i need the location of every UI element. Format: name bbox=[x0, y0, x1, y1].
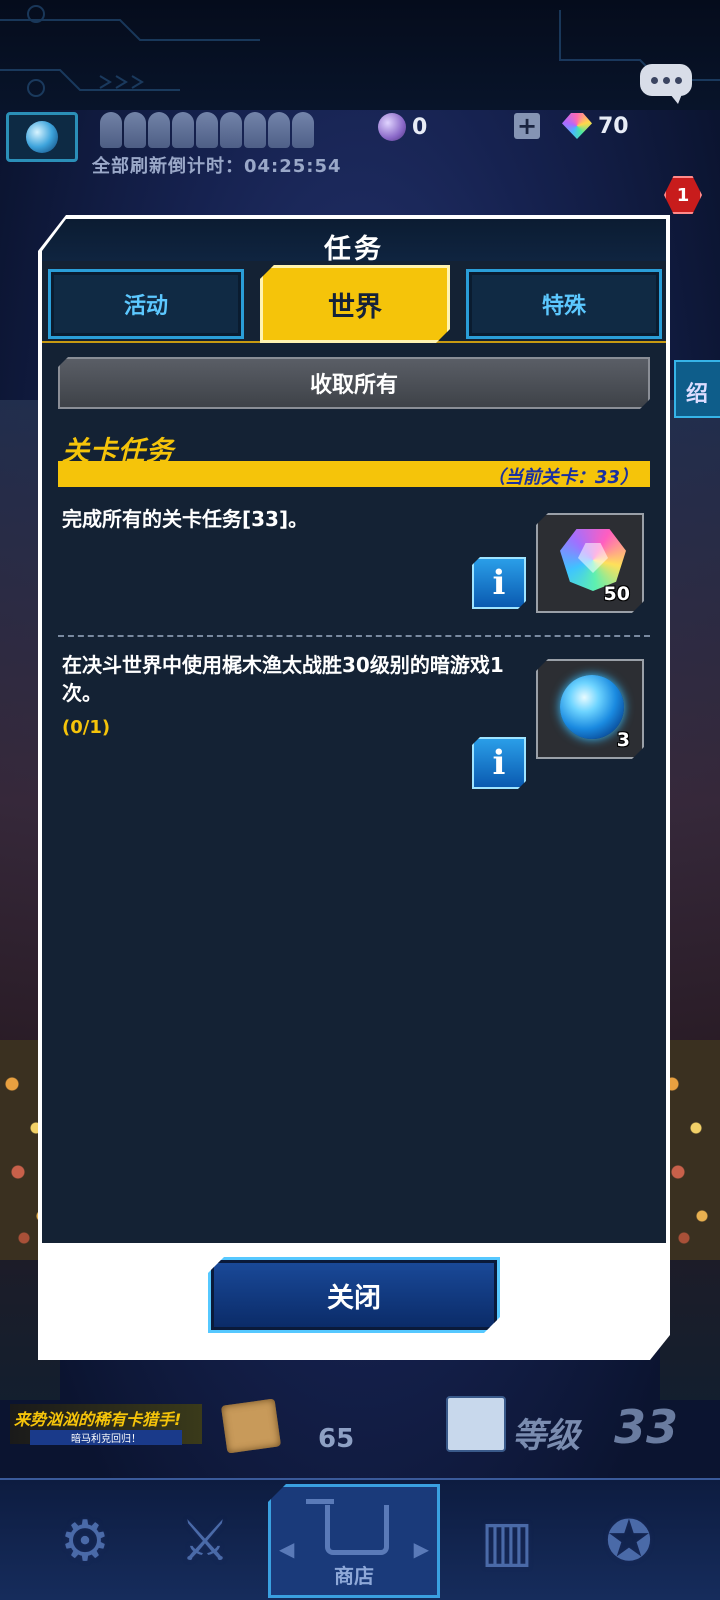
world-orb-icon bbox=[26, 121, 58, 153]
currency-gems-value: 70 bbox=[598, 113, 629, 139]
nav-duel[interactable]: ⚔ bbox=[150, 1490, 260, 1594]
reward-slot[interactable]: 3 bbox=[536, 659, 644, 759]
current-stage-label: （当前关卡：33） bbox=[486, 467, 638, 488]
duelist-gear-icon: ⚙ bbox=[59, 1509, 111, 1574]
close-button[interactable]: 关闭 bbox=[208, 1257, 500, 1333]
card-box-icon[interactable] bbox=[446, 1396, 506, 1452]
nav-guild[interactable]: ✪ bbox=[574, 1490, 684, 1594]
nav-duelist[interactable]: ⚙ bbox=[30, 1490, 140, 1594]
nav-shop[interactable]: ◀ ▶ 商店 bbox=[268, 1484, 440, 1598]
circuit-decoration bbox=[0, 5, 720, 97]
map-scroll-icon[interactable] bbox=[220, 1398, 282, 1454]
bottom-navigation: ⚙ ⚔ ◀ ▶ 商店 ▥ ✪ bbox=[0, 1478, 720, 1600]
modal-header: 任务 bbox=[42, 219, 666, 261]
arrow-left-icon: ◀ bbox=[279, 1537, 295, 1561]
chat-icon[interactable] bbox=[640, 64, 692, 104]
level-display: 等级 33 bbox=[446, 1396, 710, 1460]
tab-bar: 活动 世界 特殊 bbox=[42, 265, 666, 343]
level-label: 等级 bbox=[512, 1416, 580, 1456]
refresh-countdown: 全部刷新倒计时：04:25:54 bbox=[92, 156, 342, 177]
reward-count: 3 bbox=[616, 729, 630, 751]
cards-icon: ▥ bbox=[480, 1509, 534, 1574]
promo-banner[interactable]: 来势汹汹的稀有卡猎手! 暗马利克回归！ bbox=[10, 1404, 202, 1445]
nav-shop-label: 商店 bbox=[334, 1564, 374, 1588]
section-bar: （当前关卡：33） bbox=[58, 461, 650, 488]
player-silhouettes bbox=[100, 112, 314, 148]
mission-text: 完成所有的关卡任务[33]。 bbox=[62, 507, 309, 531]
emblem-icon: ✪ bbox=[605, 1509, 653, 1574]
crossed-swords-icon: ⚔ bbox=[179, 1509, 231, 1574]
mission-item: 完成所有的关卡任务[33]。 i 50 bbox=[58, 505, 650, 625]
currency-a-value: 0 bbox=[412, 114, 428, 140]
reward-count: 50 bbox=[603, 583, 630, 605]
tab-special[interactable]: 特殊 bbox=[466, 269, 662, 339]
mission-item: 在决斗世界中使用梶木渔太战胜30级别的暗游戏1次。 (0/1) i 3 bbox=[58, 651, 650, 791]
rainbow-gem-icon bbox=[560, 529, 626, 591]
mission-divider bbox=[58, 635, 650, 637]
card-count: 65 bbox=[318, 1424, 355, 1454]
currency-a: 0 bbox=[378, 113, 427, 141]
level-value: 33 bbox=[614, 1400, 679, 1454]
collect-all-button[interactable]: 收取所有 bbox=[58, 357, 650, 409]
reward-slot[interactable]: 50 bbox=[536, 513, 644, 613]
tab-activity[interactable]: 活动 bbox=[48, 269, 244, 339]
world-orb-button[interactable] bbox=[6, 112, 78, 162]
mission-text: 在决斗世界中使用梶木渔太战胜30级别的暗游戏1次。 bbox=[62, 653, 504, 705]
add-currency-button[interactable]: + bbox=[514, 112, 540, 140]
currency-gems: 70 bbox=[562, 113, 629, 139]
info-button[interactable]: i bbox=[472, 557, 526, 609]
mission-modal: 任务 活动 世界 特殊 收取所有 关卡任务 （当前关卡：33） 完成所有的关卡任… bbox=[38, 215, 670, 1360]
mission-progress: (0/1) bbox=[62, 717, 111, 738]
info-button[interactable]: i bbox=[472, 737, 526, 789]
promo-title: 来势汹汹的稀有卡猎手! bbox=[14, 1410, 182, 1429]
side-intro-tab[interactable]: 绍 bbox=[674, 360, 720, 418]
gem-icon bbox=[562, 113, 592, 139]
arrow-right-icon: ▶ bbox=[413, 1537, 429, 1561]
shopping-cart-icon bbox=[306, 1499, 389, 1555]
modal-body: 活动 世界 特殊 收取所有 关卡任务 （当前关卡：33） 完成所有的关卡任务[3… bbox=[42, 261, 666, 1243]
purple-coin-icon bbox=[378, 113, 406, 141]
nav-deck[interactable]: ▥ bbox=[452, 1490, 562, 1594]
promo-subtitle: 暗马利克回归！ bbox=[30, 1430, 182, 1445]
tab-world[interactable]: 世界 bbox=[260, 265, 450, 343]
blue-orb-icon bbox=[560, 675, 624, 739]
